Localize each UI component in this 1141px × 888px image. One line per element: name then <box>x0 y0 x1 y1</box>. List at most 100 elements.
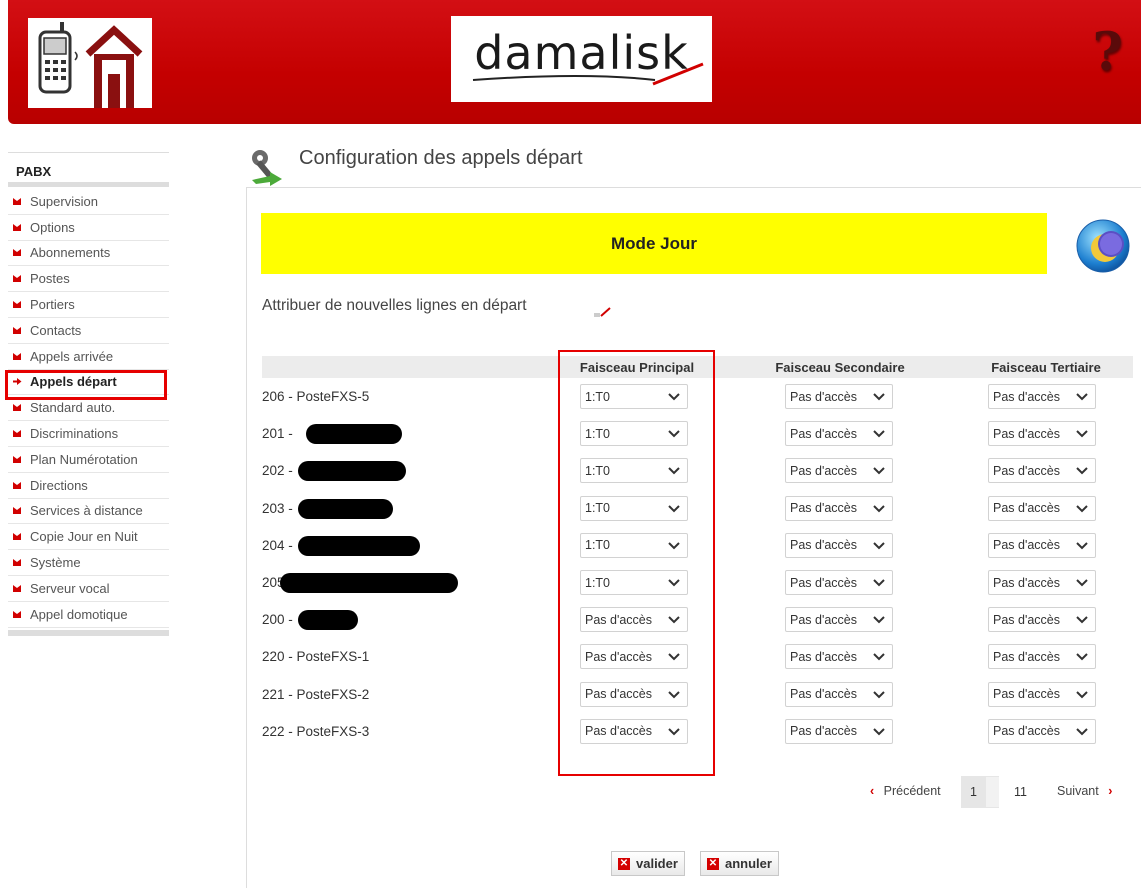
select-secondaire[interactable]: Pas d'accès <box>785 495 893 521</box>
column-header-tertiaire: Faisceau Tertiaire <box>991 360 1101 375</box>
sidebar-item-label: Options <box>30 219 75 235</box>
day-night-moon-icon[interactable] <box>1075 218 1131 279</box>
sidebar-item-0[interactable]: Supervision <box>8 189 169 215</box>
chevron-right-icon: › <box>1108 784 1113 798</box>
select-tertiaire[interactable]: Pas d'accès <box>988 421 1096 447</box>
red-x-icon: ✕ <box>707 857 719 870</box>
page-current[interactable]: 1 <box>961 776 986 808</box>
redaction-mark <box>298 535 420 556</box>
next-label: Suivant <box>1057 784 1099 798</box>
red-arrow-icon <box>13 404 21 412</box>
phone-house-logo <box>28 18 152 108</box>
sidebar-item-5[interactable]: Contacts <box>8 318 169 344</box>
select-tertiaire[interactable]: Pas d'accès <box>988 384 1096 409</box>
red-arrow-icon <box>13 584 21 592</box>
sidebar-list: Supervision Options Abonnements Postes Porti… <box>5 189 169 628</box>
redaction-mark <box>280 573 458 593</box>
mode-label: Mode Jour <box>611 233 697 253</box>
sidebar-item-label: Système <box>30 555 81 571</box>
select-tertiaire[interactable]: Pas d'accès <box>988 495 1096 521</box>
wrench-gear-icon <box>248 148 288 195</box>
page-title: Configuration des appels départ <box>299 147 583 169</box>
select-tertiaire[interactable]: Pas d'accès <box>988 458 1096 484</box>
red-arrow-icon <box>13 610 21 618</box>
sidebar-item-4[interactable]: Portiers <box>8 292 169 318</box>
sidebar-item-label: Copie Jour en Nuit <box>30 529 138 545</box>
redaction-mark <box>298 610 358 631</box>
sidebar-item-label: Serveur vocal <box>30 580 110 596</box>
chevron-left-icon: ‹ <box>870 784 875 798</box>
redaction-mark <box>306 424 402 445</box>
sidebar-item-label: Portiers <box>30 297 75 313</box>
red-arrow-icon <box>13 326 21 334</box>
page-total[interactable]: 11 <box>999 776 1042 808</box>
sidebar-item-12[interactable]: Services à distance <box>8 499 169 525</box>
sidebar-item-10[interactable]: Plan Numérotation <box>8 447 169 473</box>
select-tertiaire[interactable]: Pas d'accès <box>988 570 1096 595</box>
sidebar-item-label: Services à distance <box>30 503 143 519</box>
select-tertiaire[interactable]: Pas d'accès <box>988 532 1096 558</box>
sidebar-item-2[interactable]: Abonnements <box>8 241 169 267</box>
sidebar-item-14[interactable]: Système <box>8 550 169 576</box>
select-tertiaire[interactable]: Pas d'accès <box>988 644 1096 670</box>
sidebar-item-6[interactable]: Appels arrivée <box>8 344 169 370</box>
sidebar-item-label: Standard auto. <box>30 400 116 416</box>
help-icon[interactable]: ? <box>1093 22 1123 83</box>
select-secondaire[interactable]: Pas d'accès <box>785 681 893 707</box>
row-label: 206 - PosteFXS-5 <box>262 389 370 404</box>
sidebar-item-label: Appel domotique <box>30 606 128 622</box>
select-secondaire[interactable]: Pas d'accès <box>785 458 893 484</box>
brand-swoosh-icon <box>472 62 704 86</box>
edit-pencil-icon[interactable] <box>593 305 613 323</box>
sidebar-item-16[interactable]: Appel domotique <box>8 602 169 628</box>
cancel-label: annuler <box>725 856 772 871</box>
sidebar-item-label: Appels arrivée <box>30 348 114 364</box>
red-arrow-icon <box>13 301 21 309</box>
sidebar-item-15[interactable]: Serveur vocal <box>8 576 169 602</box>
sidebar-divider-bottom <box>8 629 169 636</box>
sidebar-item-label: Abonnements <box>30 245 111 261</box>
sidebar-item-label: Plan Numérotation <box>30 451 138 467</box>
sidebar-item-label: Appels départ <box>30 374 117 390</box>
sidebar-item-label: Supervision <box>30 193 98 209</box>
select-secondaire[interactable]: Pas d'accès <box>785 644 893 670</box>
select-secondaire[interactable]: Pas d'accès <box>785 532 893 558</box>
red-arrow-icon <box>13 223 21 231</box>
select-secondaire[interactable]: Pas d'accès <box>785 607 893 633</box>
select-tertiaire[interactable]: Pas d'accès <box>988 718 1096 744</box>
validate-label: valider <box>636 856 678 871</box>
sidebar-title: PABX <box>8 152 169 182</box>
select-tertiaire[interactable]: Pas d'accès <box>988 607 1096 633</box>
sidebar-item-11[interactable]: Directions <box>8 473 169 499</box>
row-label: 200 - <box>262 612 293 628</box>
row-label: 201 - <box>262 426 293 442</box>
sidebar-item-9[interactable]: Discriminations <box>8 421 169 447</box>
mode-banner: Mode Jour <box>261 213 1047 274</box>
sidebar-item-label: Contacts <box>30 322 82 338</box>
red-arrow-icon <box>13 481 21 489</box>
select-secondaire[interactable]: Pas d'accès <box>785 718 893 744</box>
sidebar-divider <box>8 182 169 187</box>
select-secondaire[interactable]: Pas d'accès <box>785 570 893 595</box>
cancel-button[interactable]: ✕ annuler <box>700 851 779 876</box>
redaction-mark <box>298 498 393 519</box>
sidebar: PABX Supervision Options Abonnements Postes… <box>5 152 169 636</box>
sidebar-item-13[interactable]: Copie Jour en Nuit <box>8 524 169 551</box>
row-label: 204 - <box>262 537 293 553</box>
sidebar-item-3[interactable]: Postes <box>8 266 169 293</box>
previous-page-link[interactable]: ‹ Précédent <box>870 784 941 798</box>
select-tertiaire[interactable]: Pas d'accès <box>988 681 1096 707</box>
red-arrow-icon <box>13 352 21 360</box>
row-label: 221 - PosteFXS-2 <box>262 686 370 702</box>
red-arrow-icon <box>13 249 21 257</box>
sidebar-item-7[interactable]: Appels départ <box>5 369 169 400</box>
select-secondaire[interactable]: Pas d'accès <box>785 421 893 447</box>
redaction-mark <box>298 461 406 482</box>
damalisk-logo: damalisk <box>451 16 712 102</box>
next-page-link[interactable]: Suivant › <box>1057 784 1112 798</box>
sidebar-item-1[interactable]: Options <box>8 215 169 241</box>
sidebar-item-label: Discriminations <box>30 426 119 442</box>
row-label: 220 - PosteFXS-1 <box>262 649 370 665</box>
select-secondaire[interactable]: Pas d'accès <box>785 384 893 409</box>
validate-button[interactable]: ✕ valider <box>611 851 685 876</box>
